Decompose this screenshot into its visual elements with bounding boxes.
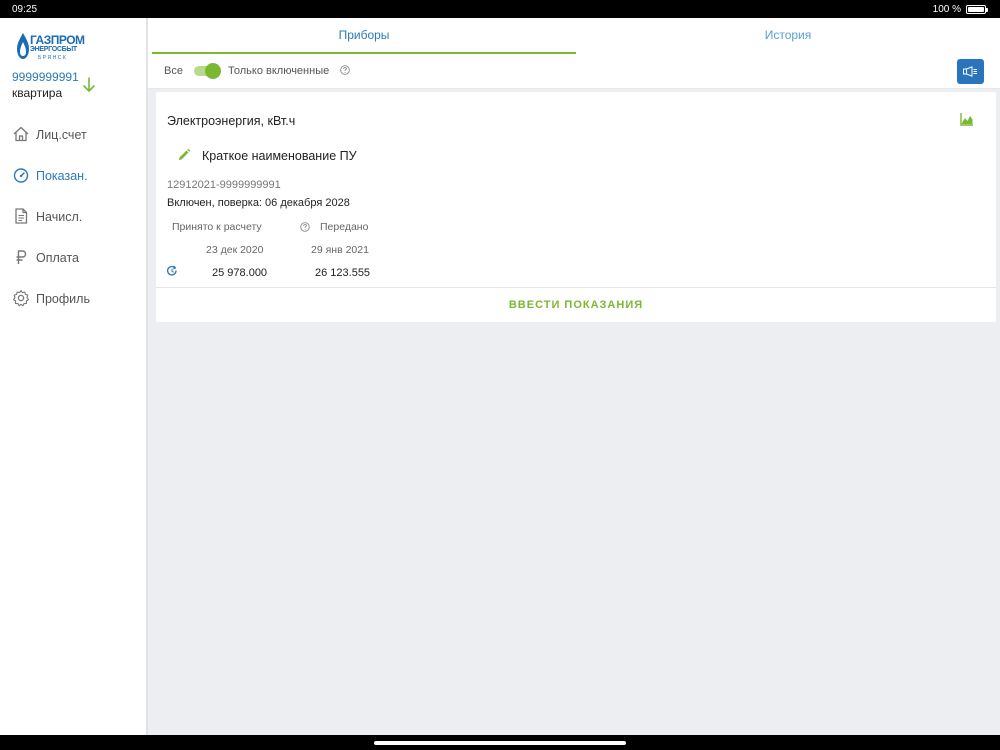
gear-icon [12,289,30,307]
meter-card: Электроэнергия, кВт.ч Краткое наименован… [156,92,996,322]
gazprom-logo: ГАЗПРОМ ЭНЕРГОСБЫТ БРЯНСК [16,30,85,64]
meter-short-name: Краткое наименование ПУ [202,149,357,163]
sort-icon [963,66,977,77]
sidebar-item-charges[interactable]: Начисл. [0,196,146,237]
ruble-icon [16,250,27,264]
sidebar-item-label: Показан. [36,168,88,183]
help-icon[interactable] [340,65,350,75]
sidebar-item-label: Оплата [36,250,79,265]
main-content: Приборы История Все Только включенные Эл… [148,18,1000,735]
sort-button[interactable] [957,59,984,84]
sidebar-item-payment[interactable]: Оплата [0,237,146,278]
logo-text-main: ГАЗПРОМ [30,33,85,47]
home-icon [13,126,29,142]
help-icon[interactable] [300,222,310,232]
tab-devices[interactable]: Приборы [152,18,576,54]
document-icon [15,208,28,224]
pencil-icon[interactable] [177,148,191,162]
meter-serial: 12912021-9999999991 [167,179,281,191]
enter-readings-button[interactable]: ВВЕСТИ ПОКАЗАНИЯ [156,288,996,322]
chart-icon[interactable] [959,111,975,127]
sent-header: Передано [320,221,369,233]
home-bar-area [0,735,1000,750]
toggle-knob [205,63,221,79]
account-selector[interactable]: 9999999991 квартира [12,70,79,100]
only-enabled-toggle[interactable] [192,63,221,79]
filter-all-label: Все [164,65,183,77]
accepted-value: 25 978.000 [212,267,268,279]
battery-indicator: 100 % [932,4,988,15]
account-number: 9999999991 [12,70,79,84]
sent-date: 29 янв 2021 [311,244,369,256]
accepted-date: 23 дек 2020 [206,244,264,256]
sidebar-item-label: Начисл. [36,209,83,224]
sidebar: ГАЗПРОМ ЭНЕРГОСБЫТ БРЯНСК 9999999991 ква… [0,18,148,735]
home-indicator[interactable] [374,741,626,745]
meter-status: Включен, поверка: 06 декабря 2028 [167,197,350,209]
tab-bar: Приборы История [148,18,1000,54]
tab-history[interactable]: История [576,18,1000,52]
accepted-header: Принято к расчету [172,221,262,233]
sidebar-item-profile[interactable]: Профиль [0,278,146,319]
app: ГАЗПРОМ ЭНЕРГОСБЫТ БРЯНСК 9999999991 ква… [0,18,1000,735]
filter-bar: Все Только включенные [148,54,1000,89]
sidebar-item-label: Профиль [36,291,90,306]
meter-card-title: Электроэнергия, кВт.ч [167,114,296,128]
sent-value: 26 123.555 [315,267,371,279]
status-bar: 09:25 100 % [0,0,1000,18]
sidebar-item-readings[interactable]: Показан. [0,155,146,196]
logo-text-city: БРЯНСК [38,55,68,61]
sidebar-item-label: Лиц.счет [36,127,87,142]
refresh-icon[interactable] [166,265,178,277]
arrow-down-icon[interactable] [82,76,96,94]
battery-percent: 100 % [932,4,961,15]
flame-logo-icon [17,33,29,59]
account-type: квартира [12,86,63,100]
logo-text-sub: ЭНЕРГОСБЫТ [30,46,77,53]
filter-only-enabled-label: Только включенные [228,65,330,77]
gauge-icon [13,168,29,183]
sidebar-nav: Лиц.счет Показан. Начисл. Оплата Профиль [0,114,146,319]
sidebar-item-account[interactable]: Лиц.счет [0,114,146,155]
battery-icon [966,5,988,14]
status-time: 09:25 [12,4,38,15]
